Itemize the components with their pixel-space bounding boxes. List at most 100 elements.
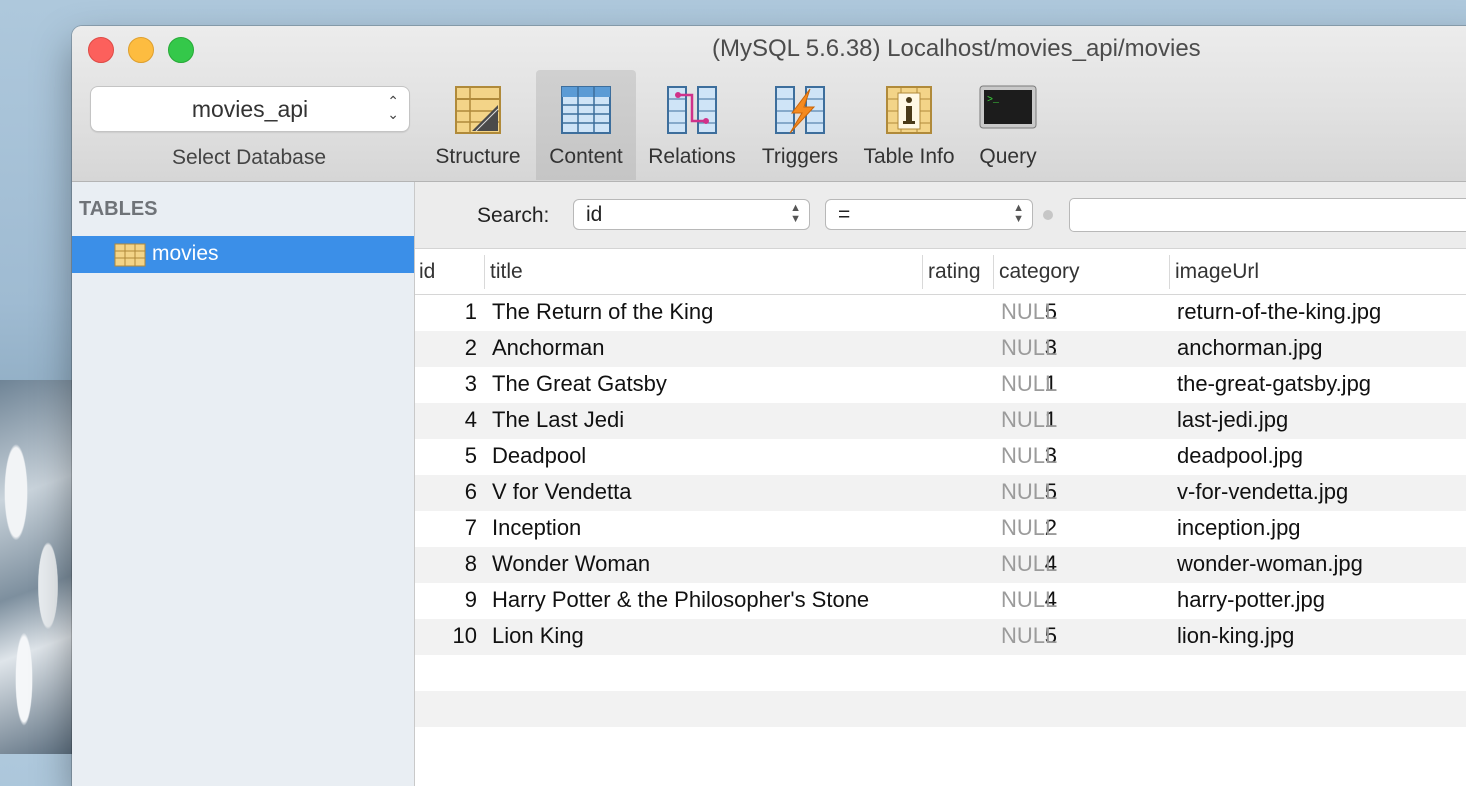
search-operator-value: = [838, 203, 851, 226]
cell-imageurl: harry-potter.jpg [1177, 587, 1325, 612]
desktop-background [0, 380, 80, 754]
cell-id: 3 [464, 371, 477, 396]
table-row[interactable]: 4 The Last Jedi 1 NULL last-jedi.jpg [415, 403, 1466, 439]
tab-table-info-label: Table Info [863, 145, 955, 168]
cell-imageurl: lion-king.jpg [1177, 623, 1295, 648]
search-input[interactable] [1069, 198, 1466, 232]
cell-category: NULL [1001, 299, 1058, 324]
table-row[interactable]: 6V for Vendetta 5 NULL v-for-vendetta.jpg [415, 475, 1466, 511]
info-icon [885, 85, 933, 141]
sidebar-item-label: movies [152, 242, 219, 265]
table-row[interactable]: 2 Anchorman 3 NULL anchorman.jpg [415, 331, 1466, 367]
cell-imageurl: v-for-vendetta.jpg [1177, 479, 1349, 504]
search-operator-select[interactable]: = ▲ ▼ [825, 199, 1033, 230]
column-divider[interactable] [922, 255, 923, 289]
column-divider[interactable] [1169, 255, 1170, 289]
search-field-value: id [586, 203, 603, 226]
structure-icon [454, 85, 502, 141]
filter-bar: Search: id ▲ ▼ = ▲ ▼ [415, 182, 1466, 249]
maximize-button[interactable] [168, 37, 194, 63]
tab-query[interactable]: >_ Query [968, 70, 1048, 180]
cell-title: V for Vendetta [492, 479, 632, 504]
minimize-button[interactable] [128, 37, 154, 63]
table-row[interactable]: 5 Deadpool 3 NULL deadpool.jpg [415, 439, 1466, 475]
table-row[interactable]: 10 Lion King 5 NULL lion-king.jpg [415, 619, 1466, 655]
cell-imageurl: return-of-the-king.jpg [1177, 299, 1382, 324]
filter-status-indicator [1043, 210, 1053, 220]
column-divider[interactable] [993, 255, 994, 289]
database-select-caption: Select Database [171, 146, 327, 169]
cell-title: The Great Gatsby [492, 371, 667, 396]
tab-query-label: Query [979, 145, 1037, 168]
app-window: (MySQL 5.6.38) Localhost/movies_api/movi… [72, 26, 1466, 786]
table-row[interactable]: 3 The Great Gatsby 1 NULL the-great-gatsby.j… [415, 367, 1466, 403]
empty-row [415, 727, 1466, 763]
cell-category: NULL [1001, 335, 1058, 360]
database-select[interactable]: movies_api ⌃ ⌄ [90, 86, 410, 132]
cell-title: The Last Jedi [492, 407, 625, 432]
sidebar-item-movies[interactable]: movies [72, 236, 414, 273]
cell-id: 1 [464, 299, 477, 324]
tab-content-label: Content [549, 145, 623, 168]
table-row[interactable]: 1 The Return of the King 5 NULL return-of-th… [415, 295, 1466, 331]
cell-imageurl: last-jedi.jpg [1177, 407, 1289, 432]
cell-imageurl: deadpool.jpg [1177, 443, 1304, 468]
updown-chevron-icon: ⌃ ⌄ [387, 93, 399, 122]
toolbar: (MySQL 5.6.38) Localhost/movies_api/movi… [72, 26, 1466, 182]
cell-imageurl: the-great-gatsby.jpg [1177, 371, 1372, 396]
database-select-value: movies_api [191, 95, 309, 122]
tab-content[interactable]: Content [536, 70, 636, 180]
content-pane: Search: id ▲ ▼ = ▲ ▼ id title rating cat… [415, 182, 1466, 786]
updown-chevron-icon: ▲ ▼ [1013, 202, 1024, 225]
cell-title: Anchorman [492, 335, 605, 360]
cell-category: NULL [1001, 515, 1058, 540]
relations-icon [666, 85, 718, 141]
tab-structure[interactable]: Structure [427, 70, 529, 180]
search-field-select[interactable]: id ▲ ▼ [573, 199, 810, 230]
tab-table-info[interactable]: Table Info [856, 70, 962, 180]
empty-row [415, 655, 1466, 691]
content-icon [560, 85, 612, 141]
cell-category: NULL [1001, 551, 1058, 576]
cell-id: 4 [464, 407, 477, 432]
table-row[interactable]: 8 Wonder Woman 4 NULL wonder-woman.jpg [415, 547, 1466, 583]
column-header-imageurl[interactable]: imageUrl [1175, 260, 1259, 284]
table-header: id title rating category imageUrl [415, 249, 1466, 295]
column-header-rating[interactable]: rating [928, 260, 981, 284]
column-divider[interactable] [484, 255, 485, 289]
tab-relations-label: Relations [648, 145, 736, 168]
sidebar-header: TABLES [79, 198, 158, 220]
data-table: id title rating category imageUrl 1 The R… [415, 249, 1466, 763]
cell-title: Wonder Woman [492, 551, 651, 576]
column-header-category[interactable]: category [999, 260, 1080, 284]
search-label: Search: [477, 204, 550, 227]
cell-category: NULL [1001, 371, 1058, 396]
cell-title: Deadpool [492, 443, 587, 468]
empty-row [415, 691, 1466, 727]
cell-id: 10 [452, 623, 477, 648]
sidebar: TABLES movies [72, 182, 415, 786]
cell-category: NULL [1001, 479, 1058, 504]
column-header-id[interactable]: id [419, 260, 435, 284]
close-button[interactable] [88, 37, 114, 63]
cell-imageurl: anchorman.jpg [1177, 335, 1323, 360]
cell-title: The Return of the King [492, 299, 714, 324]
table-icon [114, 243, 146, 273]
cell-id: 7 [464, 515, 477, 540]
cell-title: Inception [492, 515, 582, 540]
tab-triggers-label: Triggers [761, 145, 839, 168]
cell-id: 2 [464, 335, 477, 360]
tab-triggers[interactable]: Triggers [750, 70, 850, 180]
table-row[interactable]: 7 Inception 2 NULL inception.jpg [415, 511, 1466, 547]
cell-category: NULL [1001, 587, 1058, 612]
cell-category: NULL [1001, 443, 1058, 468]
cell-category: NULL [1001, 623, 1058, 648]
column-header-title[interactable]: title [490, 260, 523, 284]
tab-relations[interactable]: Relations [640, 70, 744, 180]
tab-structure-label: Structure [435, 145, 521, 168]
cell-title: Harry Potter & the Philosopher's Stone [492, 587, 870, 612]
svg-text:>_: >_ [987, 95, 1000, 106]
terminal-icon: >_ [979, 85, 1037, 137]
cell-id: 6 [464, 479, 477, 504]
table-row[interactable]: 9 Harry Potter & the Philosopher's Stone 4… [415, 583, 1466, 619]
